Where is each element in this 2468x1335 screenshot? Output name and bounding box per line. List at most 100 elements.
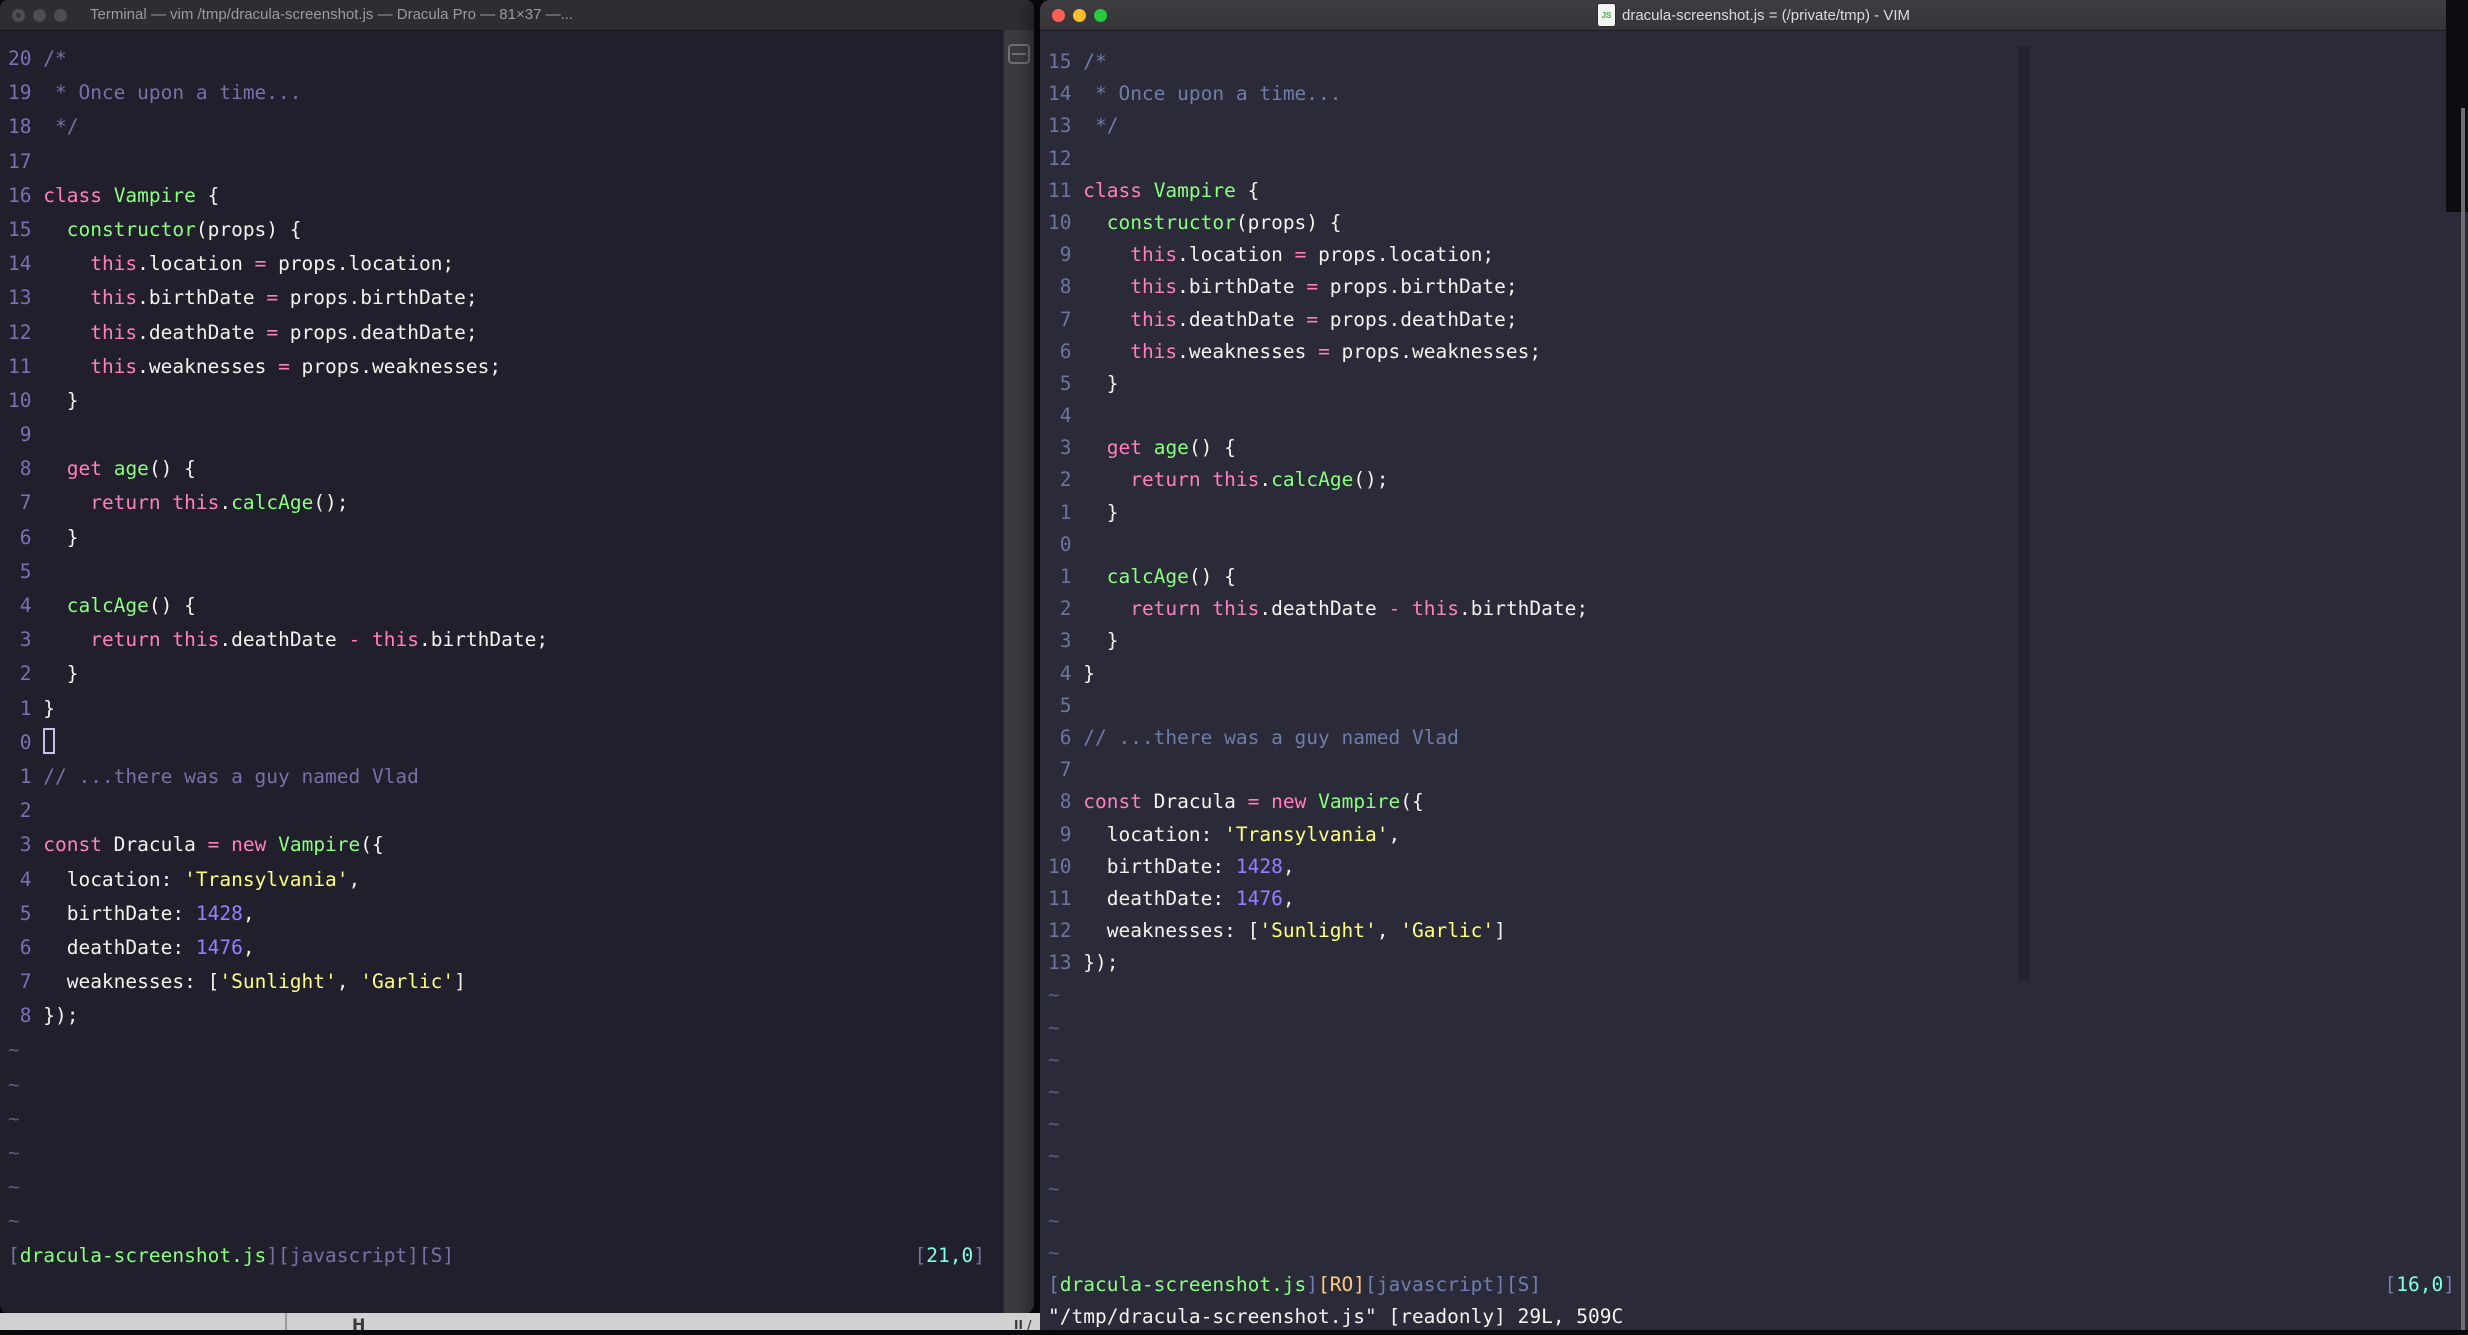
code-line[interactable]: 8 }); — [8, 999, 1034, 1033]
code-line[interactable]: 6 // ...there was a guy named Vlad — [1048, 722, 2468, 754]
code-line[interactable]: 1 } — [1048, 497, 2468, 529]
code-line[interactable]: 10 } — [8, 384, 1034, 418]
code-line[interactable]: 14 * Once upon a time... — [1048, 78, 2468, 110]
code-line[interactable]: 2 return this.deathDate - this.birthDate… — [1048, 593, 2468, 625]
line-number: 16 — [8, 183, 44, 207]
code-line[interactable]: 11 this.weaknesses = props.weaknesses; — [8, 350, 1034, 384]
line-number: 14 — [1048, 82, 1084, 106]
line-number: 4 — [8, 594, 44, 617]
code-line[interactable]: 17 — [8, 145, 1034, 179]
tilde-line: ~ — [1048, 1047, 1060, 1071]
code-line[interactable]: 5 birthDate: 1428, — [8, 897, 1034, 931]
line-number: 5 — [8, 559, 44, 583]
code-line[interactable]: 1 // ...there was a guy named Vlad — [8, 760, 1034, 794]
terminal-titlebar[interactable]: Terminal — vim /tmp/dracula-screenshot.j… — [0, 0, 1034, 31]
line-number: 11 — [1048, 886, 1084, 910]
code-line[interactable]: 1 } — [8, 692, 1034, 726]
line-number: 1 — [1048, 565, 1084, 588]
tilde-line: ~ — [1048, 1015, 1060, 1039]
line-number: 4 — [1048, 404, 1084, 428]
code-line[interactable]: 12 — [1048, 143, 2468, 175]
code-line[interactable]: 2 return this.calcAge(); — [1048, 464, 2468, 496]
code-line[interactable]: 10 birthDate: 1428, — [1048, 851, 2468, 883]
close-button-inactive-icon[interactable] — [12, 8, 25, 22]
code-line[interactable]: 0 — [1048, 529, 2468, 561]
terminal-scrollbar[interactable] — [1003, 30, 1034, 1314]
code-line[interactable]: 16 class Vampire { — [8, 179, 1034, 213]
terminal-window: Terminal — vim /tmp/dracula-screenshot.j… — [0, 0, 1034, 1314]
code-line[interactable]: 6 deathDate: 1476, — [8, 931, 1034, 965]
vim-cursor — [43, 728, 56, 755]
background-window-fragment: II / — [1014, 1318, 1032, 1332]
minimize-button-inactive-icon[interactable] — [33, 8, 46, 22]
code-line[interactable]: 10 constructor(props) { — [1048, 207, 2468, 239]
line-number: 12 — [8, 320, 44, 344]
line-number: 19 — [8, 81, 44, 105]
code-line[interactable]: 4 — [1048, 400, 2468, 432]
macvim-scrollbar-edge[interactable] — [2461, 108, 2465, 1330]
code-line[interactable]: 5 — [1048, 690, 2468, 722]
statusline-file-info: [dracula-screenshot.js][javascript][S] — [8, 1243, 455, 1267]
line-number: 7 — [8, 491, 44, 515]
code-line[interactable]: 4 } — [1048, 658, 2468, 690]
js-file-icon: JS — [1597, 4, 1615, 26]
code-line[interactable]: 5 — [8, 555, 1034, 589]
code-line[interactable]: 11 deathDate: 1476, — [1048, 883, 2468, 915]
line-number: 6 — [1048, 725, 1084, 749]
split-pane-button-icon[interactable] — [1008, 44, 1030, 64]
code-line[interactable]: 6 this.weaknesses = props.weaknesses; — [1048, 336, 2468, 368]
macvim-titlebar[interactable]: JS dracula-screenshot.js = (/private/tmp… — [1040, 0, 2468, 31]
background-window-fragment: H — [352, 1315, 366, 1334]
code-line[interactable]: 0 — [8, 726, 1034, 760]
code-line[interactable]: 6 } — [8, 521, 1034, 555]
code-line[interactable]: 9 location: 'Transylvania', — [1048, 819, 2468, 851]
code-line[interactable]: 9 this.location = props.location; — [1048, 239, 2468, 271]
code-line[interactable]: 8 this.birthDate = props.birthDate; — [1048, 271, 2468, 303]
code-line[interactable]: 11 class Vampire { — [1048, 175, 2468, 207]
code-line[interactable]: 7 — [1048, 754, 2468, 786]
line-number: 9 — [1048, 822, 1084, 846]
line-number: 10 — [1048, 854, 1084, 878]
vim-text-area-right[interactable]: 15 /* 14 * Once upon a time... 13 */12 11 … — [1040, 30, 2468, 1330]
code-line[interactable]: 18 */ — [8, 110, 1034, 144]
code-line[interactable]: 7 return this.calcAge(); — [8, 486, 1034, 520]
code-line[interactable]: 7 weaknesses: ['Sunlight', 'Garlic'] — [8, 965, 1034, 999]
code-line[interactable]: 9 — [8, 418, 1034, 452]
line-number: 5 — [1048, 693, 1084, 717]
statusline-cursor-position: [16,0] — [2384, 1273, 2455, 1297]
code-line[interactable]: 3 return this.deathDate - this.birthDate… — [8, 623, 1034, 657]
code-line[interactable]: 4 calcAge() { — [8, 589, 1034, 623]
code-line[interactable]: 8 const Dracula = new Vampire({ — [1048, 786, 2468, 818]
code-line[interactable]: 2 — [8, 794, 1034, 828]
tilde-line: ~ — [1048, 1240, 1060, 1264]
terminal-window-title: Terminal — vim /tmp/dracula-screenshot.j… — [90, 6, 574, 23]
code-line[interactable]: 19 * Once upon a time... — [8, 76, 1034, 110]
code-line[interactable]: 2 } — [8, 657, 1034, 691]
code-line[interactable]: 13 this.birthDate = props.birthDate; — [8, 281, 1034, 315]
line-number: 15 — [8, 217, 44, 241]
code-line[interactable]: 4 location: 'Transylvania', — [8, 863, 1034, 897]
line-number: 17 — [8, 149, 44, 173]
line-number: 11 — [8, 354, 44, 378]
code-line[interactable]: 3 const Dracula = new Vampire({ — [8, 828, 1034, 862]
line-number: 8 — [8, 457, 44, 481]
zoom-button-inactive-icon[interactable] — [54, 8, 67, 22]
code-line[interactable]: 15 /* — [1048, 46, 2468, 78]
code-line[interactable]: 7 this.deathDate = props.deathDate; — [1048, 304, 2468, 336]
code-line[interactable]: 15 constructor(props) { — [8, 213, 1034, 247]
code-line[interactable]: 3 } — [1048, 625, 2468, 657]
code-line[interactable]: 3 get age() { — [1048, 432, 2468, 464]
code-line[interactable]: 13 */ — [1048, 110, 2468, 142]
code-line[interactable]: 20 /* — [8, 42, 1034, 76]
line-number: 12 — [1048, 919, 1084, 943]
code-line[interactable]: 5 } — [1048, 368, 2468, 400]
code-line[interactable]: 13 }); — [1048, 947, 2468, 979]
code-line[interactable]: 14 this.location = props.location; — [8, 247, 1034, 281]
code-line[interactable]: 8 get age() { — [8, 452, 1034, 486]
code-line[interactable]: 12 this.deathDate = props.deathDate; — [8, 316, 1034, 350]
line-number: 1 — [8, 696, 44, 720]
vim-text-area-left[interactable]: 20 /* 19 * Once upon a time... 18 */17 16 … — [0, 30, 1034, 1307]
macvim-window: JS dracula-screenshot.js = (/private/tmp… — [1040, 0, 2468, 1330]
code-line[interactable]: 12 weaknesses: ['Sunlight', 'Garlic'] — [1048, 915, 2468, 947]
code-line[interactable]: 1 calcAge() { — [1048, 561, 2468, 593]
